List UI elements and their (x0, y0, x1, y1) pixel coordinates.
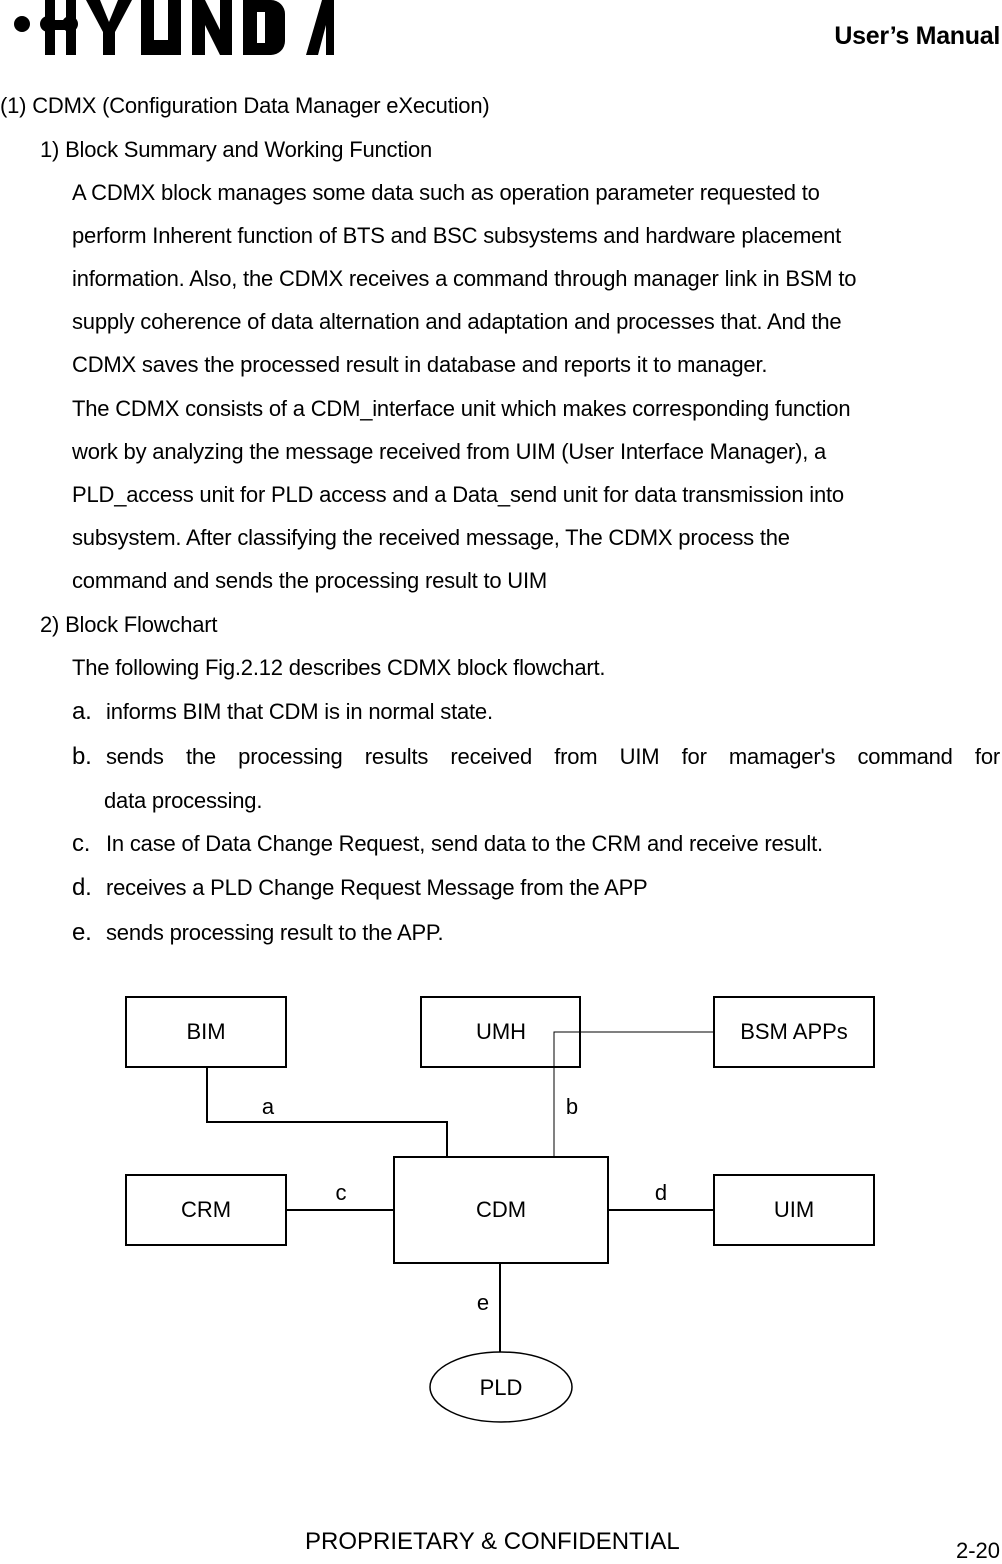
node-bim: BIM (125, 996, 287, 1068)
node-crm-label: CRM (181, 1197, 231, 1222)
node-umh-label: UMH (476, 1019, 526, 1044)
node-pld-label: PLD (480, 1375, 523, 1400)
node-uim: UIM (713, 1174, 875, 1246)
page-number: 2-20 (955, 1538, 1000, 1563)
cdmx-block-diagram: BIM UMH BSM APPs CRM CDM UIM PLD a b c d… (125, 996, 875, 1423)
edge-c-label: c (336, 1180, 347, 1205)
node-bsm-apps-label: BSM APPs (740, 1019, 848, 1044)
edge-d-label: d (655, 1180, 667, 1205)
edge-a-label: a (262, 1094, 275, 1119)
node-pld: PLD (429, 1351, 573, 1423)
confidential-footer: PROPRIETARY & CONFIDENTIAL (305, 1528, 680, 1555)
edge-a-line (206, 1067, 448, 1157)
node-cdm: CDM (393, 1156, 609, 1264)
node-bsm-apps: BSM APPs (713, 996, 875, 1068)
node-cdm-label: CDM (476, 1197, 526, 1222)
edge-e-label: e (477, 1290, 489, 1315)
node-crm: CRM (125, 1174, 287, 1246)
node-uim-label: UIM (774, 1197, 814, 1222)
edge-b-label: b (566, 1094, 578, 1119)
node-bim-label: BIM (186, 1019, 225, 1044)
